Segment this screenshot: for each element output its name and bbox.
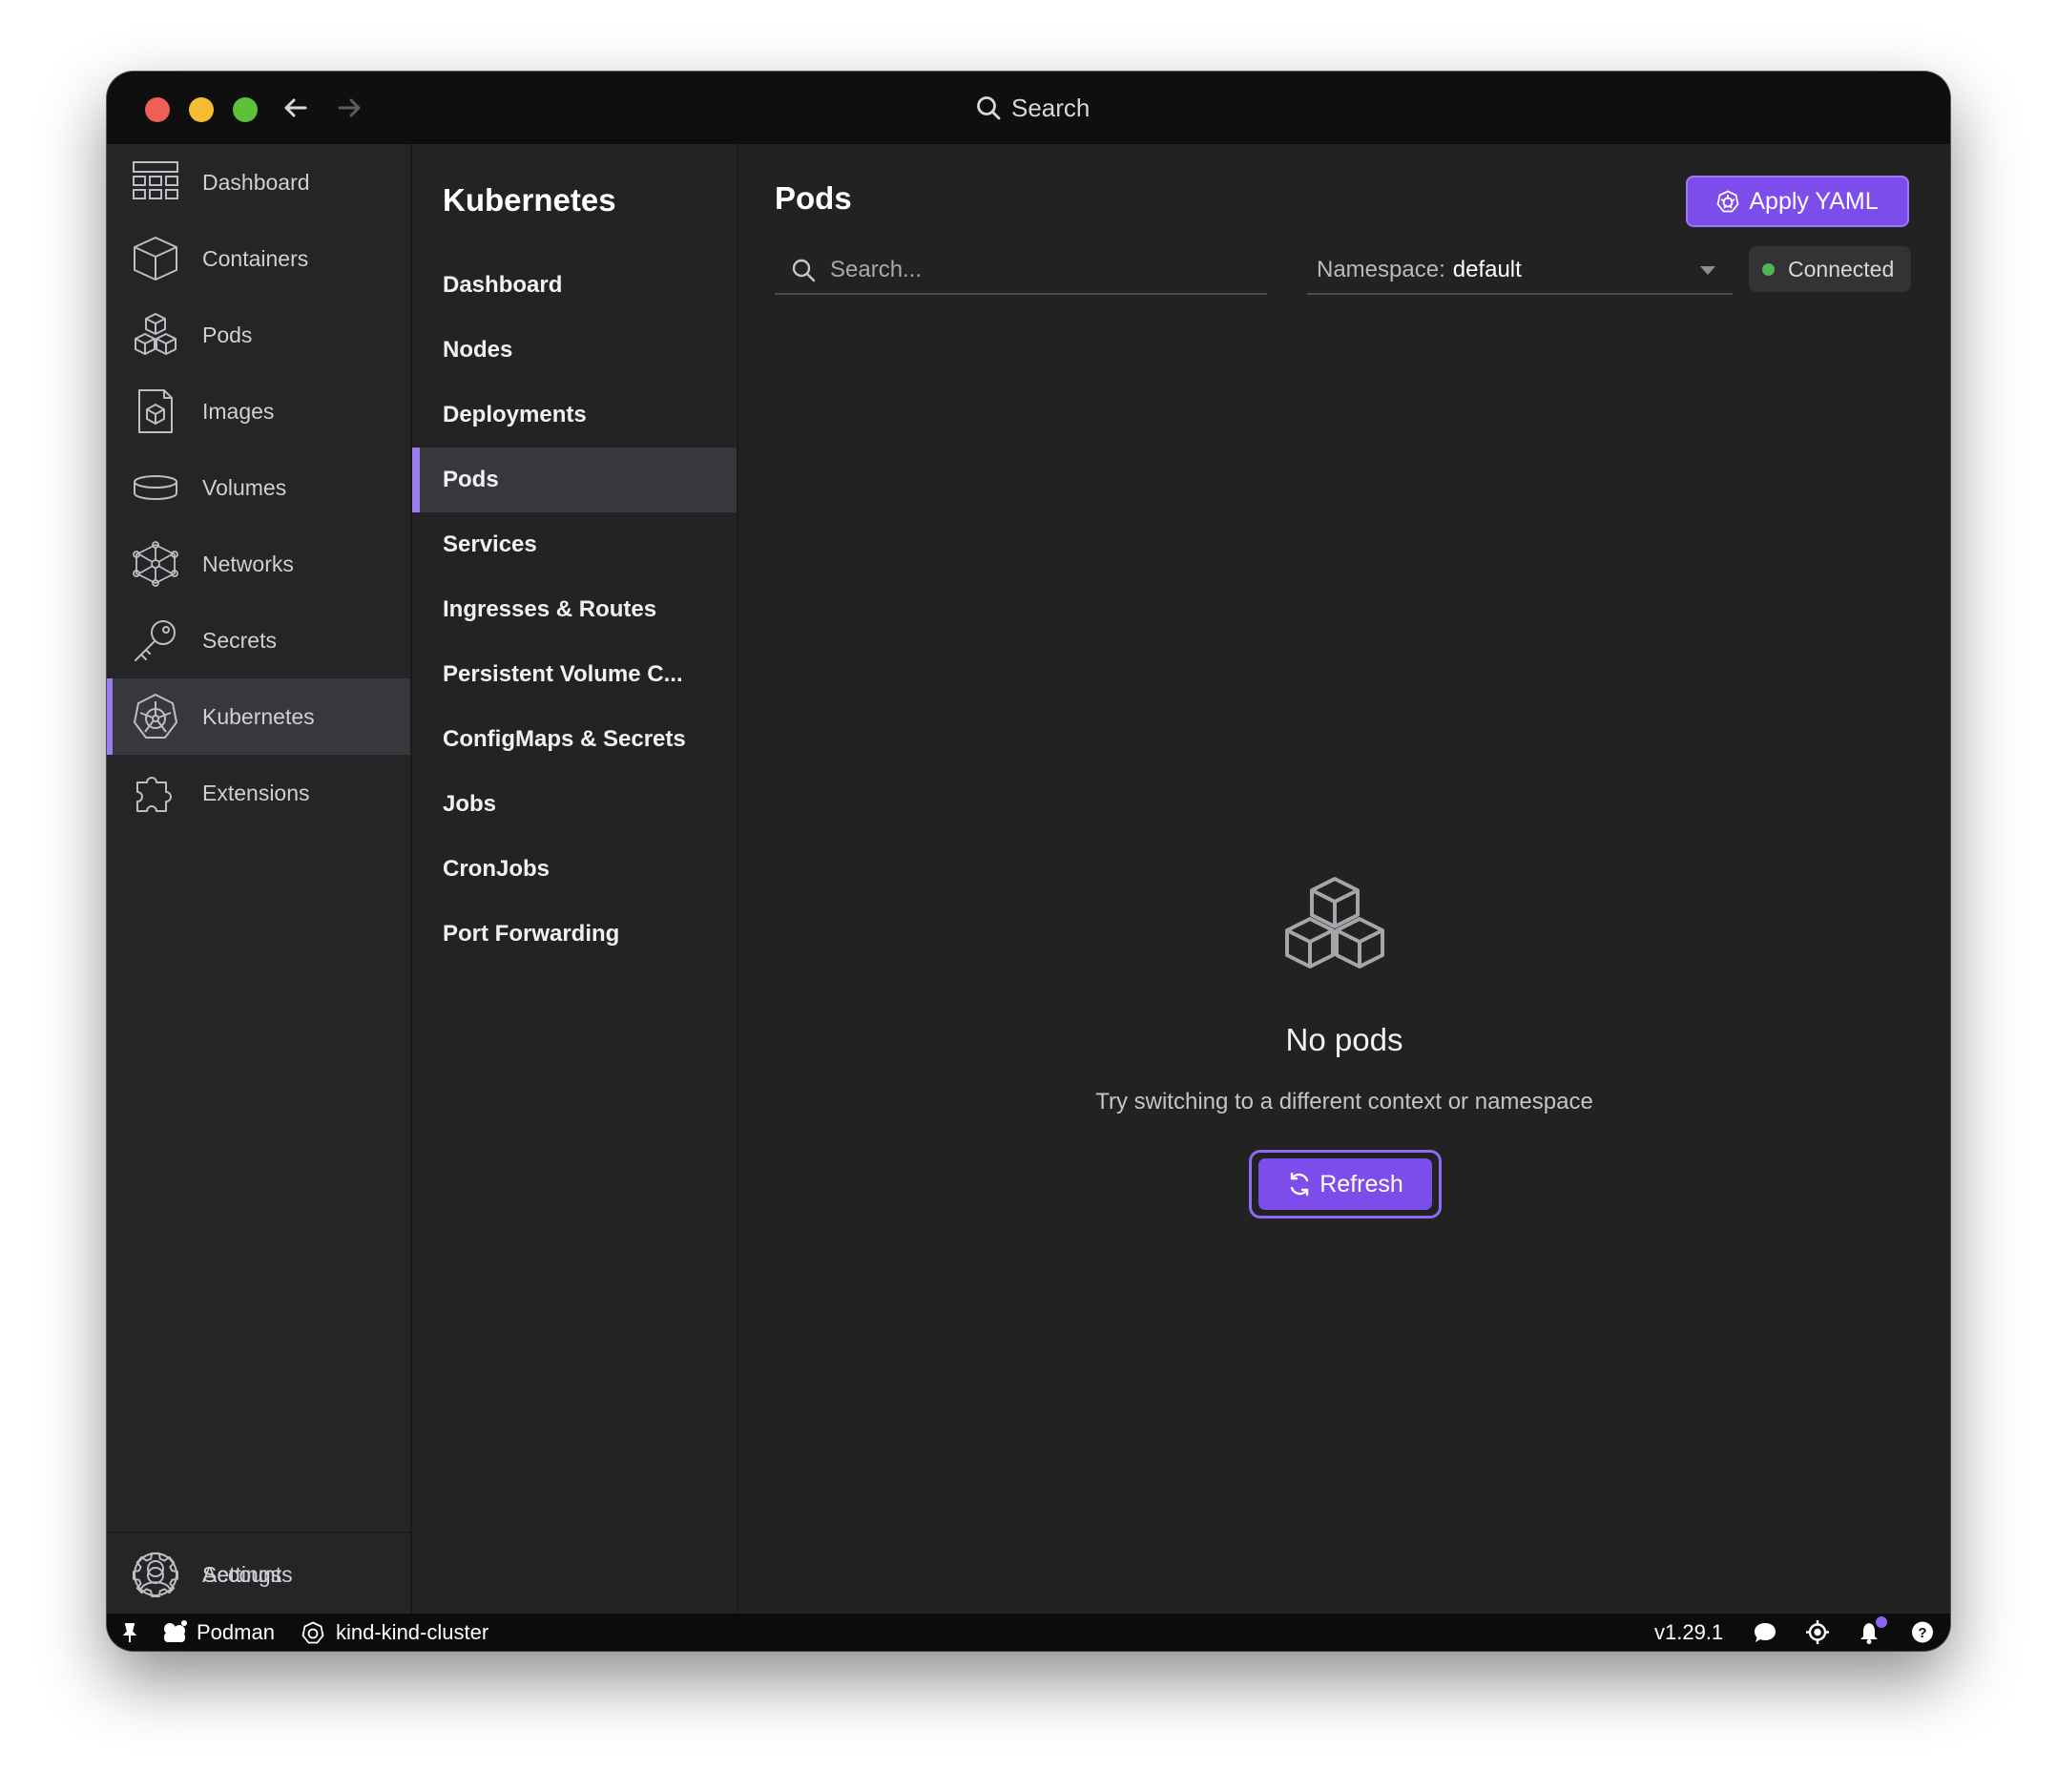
version-label: v1.29.1 xyxy=(1654,1619,1724,1644)
subnav-item-pods[interactable]: Pods xyxy=(412,448,737,512)
pin-icon[interactable] xyxy=(120,1614,139,1651)
refresh-button[interactable]: Refresh xyxy=(1258,1158,1432,1210)
subnav-item-persistent-volume-claims[interactable]: Persistent Volume C... xyxy=(412,642,737,707)
svg-text:?: ? xyxy=(1918,1625,1926,1641)
namespace-label: Namespace: xyxy=(1317,257,1445,282)
sidebar-item-label: Volumes xyxy=(202,474,287,500)
subnav-item-deployments[interactable]: Deployments xyxy=(412,383,737,448)
kube-context-label: kind-kind-cluster xyxy=(336,1619,489,1644)
network-icon xyxy=(133,541,178,587)
key-icon xyxy=(135,620,176,661)
apply-yaml-label: Apply YAML xyxy=(1749,187,1879,215)
subnav-item-port-forwarding[interactable]: Port Forwarding xyxy=(412,902,737,967)
chat-bubble-icon[interactable] xyxy=(1752,1614,1778,1651)
image-file-icon xyxy=(138,389,173,433)
global-search-label: Search xyxy=(1011,93,1091,122)
search-icon xyxy=(977,96,1001,120)
app-window: Search Dashboard Containers Pods Images … xyxy=(107,72,1950,1651)
namespace-value: default xyxy=(1452,257,1522,282)
back-arrow-icon[interactable] xyxy=(279,91,313,125)
search-icon xyxy=(792,259,816,282)
sidebar-divider xyxy=(107,1532,410,1533)
podman-seal-icon xyxy=(164,1619,187,1642)
maximize-window-button[interactable] xyxy=(233,97,258,122)
sidebar-item-label: Networks xyxy=(202,551,294,576)
container-box-icon xyxy=(134,237,177,281)
refresh-label: Refresh xyxy=(1319,1170,1403,1198)
global-search-button[interactable]: Search xyxy=(975,89,1090,127)
sidebar-item-networks[interactable]: Networks xyxy=(107,526,410,602)
gear-icon xyxy=(132,1552,178,1597)
sidebar-item-label: Images xyxy=(202,398,275,424)
sidebar-item-label: Secrets xyxy=(202,627,277,653)
kubernetes-icon xyxy=(134,694,177,739)
sidebar-item-label: Extensions xyxy=(202,780,310,805)
status-dot-icon xyxy=(1762,262,1775,276)
puzzle-icon xyxy=(136,777,172,812)
empty-state-subtitle: Try switching to a different context or … xyxy=(1095,1089,1593,1115)
subnav-item-dashboard[interactable]: Dashboard xyxy=(412,253,737,318)
chevron-down-icon xyxy=(1700,266,1715,275)
subnav-item-cronjobs[interactable]: CronJobs xyxy=(412,837,737,902)
sidebar-item-dashboard[interactable]: Dashboard xyxy=(107,144,410,220)
sidebar-item-label: Settings xyxy=(202,1561,282,1587)
dashboard-icon xyxy=(133,161,178,199)
empty-state-title: No pods xyxy=(1285,1022,1403,1057)
status-bar: Podman kind-kind-cluster v1.29.1 ? xyxy=(107,1614,1950,1651)
kubernetes-icon xyxy=(1716,190,1739,213)
minimize-window-button[interactable] xyxy=(189,97,214,122)
engine-status[interactable]: Podman xyxy=(160,1614,275,1651)
close-window-button[interactable] xyxy=(145,97,170,122)
crosshair-icon[interactable] xyxy=(1804,1614,1831,1651)
page-title: Pods xyxy=(775,180,852,216)
help-icon[interactable]: ? xyxy=(1910,1614,1935,1651)
forward-arrow-icon[interactable] xyxy=(332,91,366,125)
sidebar-item-pods[interactable]: Pods xyxy=(107,297,410,373)
pods-cubes-icon xyxy=(1285,877,1384,969)
kubernetes-subnav: Kubernetes Dashboard Nodes Deployments P… xyxy=(412,144,738,1614)
title-bar: Search xyxy=(107,72,1950,145)
sidebar-item-containers[interactable]: Containers xyxy=(107,220,410,297)
sidebar-item-volumes[interactable]: Volumes xyxy=(107,449,410,526)
refresh-icon xyxy=(1291,1172,1309,1197)
kubernetes-icon xyxy=(301,1621,324,1643)
pods-cubes-icon xyxy=(135,313,177,355)
subnav-item-ingresses-routes[interactable]: Ingresses & Routes xyxy=(412,577,737,642)
apply-yaml-button[interactable]: Apply YAML xyxy=(1686,176,1909,227)
sidebar-item-label: Kubernetes xyxy=(202,703,315,729)
connection-status-label: Connected xyxy=(1788,256,1895,281)
subnav-item-nodes[interactable]: Nodes xyxy=(412,318,737,383)
sidebar-item-label: Pods xyxy=(202,322,253,347)
pods-search-field[interactable] xyxy=(775,247,1267,295)
volume-cylinder-icon xyxy=(134,475,177,500)
pods-search-input[interactable] xyxy=(828,256,1252,284)
kube-context-selector[interactable]: kind-kind-cluster xyxy=(301,1614,488,1651)
engine-label: Podman xyxy=(197,1619,275,1644)
subnav-item-services[interactable]: Services xyxy=(412,512,737,577)
main-sidebar: Dashboard Containers Pods Images Volumes… xyxy=(107,144,412,1614)
connection-status-badge: Connected xyxy=(1749,246,1911,292)
sidebar-item-extensions[interactable]: Extensions xyxy=(107,755,410,831)
sidebar-item-images[interactable]: Images xyxy=(107,373,410,449)
sidebar-item-label: Containers xyxy=(202,245,309,271)
main-content: Pods Apply YAML Namespace: default xyxy=(738,144,1950,1614)
sidebar-item-secrets[interactable]: Secrets xyxy=(107,602,410,678)
subnav-item-configmaps-secrets[interactable]: ConfigMaps & Secrets xyxy=(412,707,737,772)
subnav-item-jobs[interactable]: Jobs xyxy=(412,772,737,837)
notification-bell-icon[interactable] xyxy=(1857,1614,1889,1651)
sidebar-item-label: Dashboard xyxy=(202,169,310,195)
sidebar-item-settings[interactable]: Settings xyxy=(107,1536,410,1613)
subnav-title: Kubernetes xyxy=(443,182,616,218)
sidebar-item-kubernetes[interactable]: Kubernetes xyxy=(107,678,410,755)
namespace-select[interactable]: Namespace: default xyxy=(1307,247,1733,295)
